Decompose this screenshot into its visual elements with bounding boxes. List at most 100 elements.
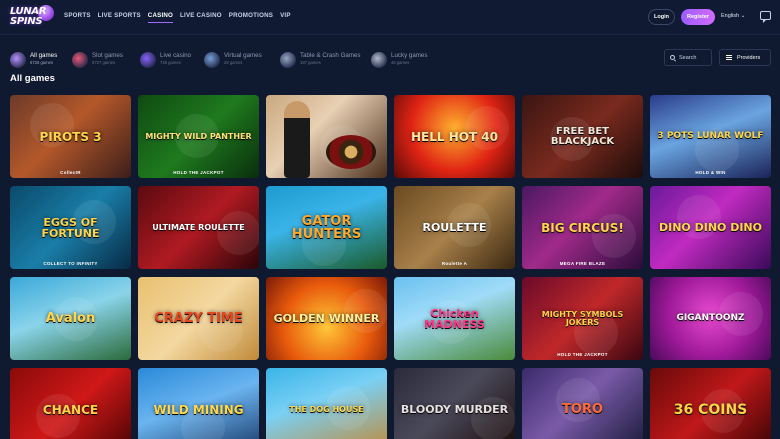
game-title: WILD MINING: [153, 402, 244, 417]
roulette-wheel-icon: [326, 135, 376, 169]
game-tile[interactable]: 36 COINSHOLD THE JACKPOT: [650, 368, 771, 439]
category-virtual-games[interactable]: Virtual games 28 games: [204, 52, 262, 68]
category-all-games[interactable]: All games 6728 games: [10, 52, 57, 68]
search-button[interactable]: Search: [664, 49, 712, 66]
game-title: THE DOG HOUSE: [289, 404, 364, 414]
top-bar: LUNAR SPINS SPORTS LIVE SPORTS CASINO LIVE …: [0, 0, 780, 35]
game-title: CHANCE: [42, 402, 99, 417]
section-title: All games: [10, 73, 55, 84]
category-count: 28 games: [224, 60, 243, 65]
category-count: 746 games: [160, 60, 181, 65]
game-title: CRAZY TIME: [154, 311, 243, 326]
nav-item-live-sports[interactable]: LIVE SPORTS: [98, 12, 141, 23]
category-live-casino[interactable]: Live casino 746 games: [140, 52, 191, 68]
category-text: Live casino 746 games: [160, 52, 191, 66]
game-title: MIGHTY SYMBOLS JOKERS: [541, 309, 624, 327]
search-label: Search: [679, 54, 697, 61]
category-text: All games 6728 games: [30, 52, 57, 66]
nav-item-vip[interactable]: VIP: [280, 12, 291, 23]
lunar-spins-logo[interactable]: LUNAR SPINS: [8, 4, 56, 32]
game-title: Avalon: [45, 311, 96, 326]
game-subtitle: HOLD THE JACKPOT: [173, 170, 224, 175]
game-tile[interactable]: THE DOG HOUSE: [266, 368, 387, 439]
game-tile[interactable]: ROULETTE Roulette A: [394, 186, 515, 269]
game-title: GOLDEN WINNER: [273, 312, 380, 325]
games-grid: PIROTS 3 CollectR MIGHTY WILD PANTHER HOLD …: [10, 95, 771, 439]
planet-icon: [204, 52, 220, 68]
game-subtitle: HOLD & WIN: [695, 170, 726, 175]
game-tile[interactable]: ULTIMATE ROULETTE: [138, 186, 259, 269]
register-button[interactable]: Register: [681, 9, 715, 25]
game-title: DINO DINO DINO: [658, 221, 762, 234]
game-title: FREE BET BLACKJACK: [550, 125, 615, 147]
chat-icon[interactable]: [760, 11, 771, 23]
game-artwork: [217, 211, 259, 255]
game-tile[interactable]: TORO: [522, 368, 643, 439]
dealer-figure: [284, 101, 310, 178]
logo-text: LUNAR SPINS: [10, 6, 47, 27]
game-tile[interactable]: GIGANTOONZ: [650, 277, 771, 360]
game-title: 3 POTS LUNAR WOLF: [657, 131, 764, 141]
category-text: Lucky games 46 games: [391, 52, 427, 66]
category-table-crash-games[interactable]: Table & Crash Games 187 games: [280, 52, 361, 68]
game-tile[interactable]: DINO DINO DINO: [650, 186, 771, 269]
game-tile[interactable]: FREE BET BLACKJACK: [522, 95, 643, 178]
category-label: All games: [30, 52, 58, 59]
category-count: 46 games: [391, 60, 410, 65]
game-title: 36 COINS: [673, 401, 748, 418]
language-selector[interactable]: English ⌄: [721, 13, 745, 19]
game-artwork: [344, 289, 387, 333]
nav-item-sports[interactable]: SPORTS: [64, 12, 91, 23]
main-nav: SPORTS LIVE SPORTS CASINO LIVE CASINO PROMOT…: [64, 12, 291, 23]
nav-item-live-casino[interactable]: LIVE CASINO: [180, 12, 222, 23]
game-tile[interactable]: EGGS OF FORTUNE COLLECT TO INFINITY: [10, 186, 131, 269]
category-count: 187 games: [300, 60, 321, 65]
category-label: Live casino: [160, 52, 191, 59]
game-tile[interactable]: MIGHTY SYMBOLS JOKERS HOLD THE JACKPOT: [522, 277, 643, 360]
nav-item-promotions[interactable]: PROMOTIONS: [229, 12, 273, 23]
search-icon: [670, 55, 675, 60]
game-subtitle: MEGA FIRE BLAZE: [559, 261, 606, 266]
game-tile[interactable]: BLOODY MURDER: [394, 368, 515, 439]
category-lucky-games[interactable]: Lucky games 46 games: [371, 52, 427, 68]
game-title: HELL HOT 40: [410, 129, 499, 144]
game-title: EGGS OF FORTUNE: [41, 215, 100, 240]
game-title: Chicken MADNESS: [424, 306, 485, 331]
nav-item-casino[interactable]: CASINO: [147, 12, 174, 23]
game-subtitle: CollectR: [60, 170, 81, 175]
game-tile[interactable]: [266, 95, 387, 178]
game-subtitle: Roulette A: [441, 261, 468, 266]
game-tile[interactable]: CRAZY TIME: [138, 277, 259, 360]
providers-label: Providers: [737, 54, 761, 61]
game-tile[interactable]: Avalon: [10, 277, 131, 360]
category-bar: All games 6728 games Slot games 5727 games L…: [0, 36, 780, 72]
game-title: BLOODY MURDER: [400, 403, 509, 416]
cherries-icon: [72, 52, 88, 68]
providers-button[interactable]: Providers: [719, 49, 771, 66]
game-tile[interactable]: BIG CIRCUS! MEGA FIRE BLAZE: [522, 186, 643, 269]
game-tile[interactable]: MIGHTY WILD PANTHER HOLD THE JACKPOT: [138, 95, 259, 178]
category-count: 5727 games: [92, 60, 116, 65]
login-button[interactable]: Login: [648, 9, 675, 25]
game-tile[interactable]: WILD MININGXXXTREME: [138, 368, 259, 439]
game-title: GIGANTOONZ: [676, 313, 745, 323]
game-tile[interactable]: HELL HOT 40: [394, 95, 515, 178]
game-tile[interactable]: PIROTS 3 CollectR: [10, 95, 131, 178]
bolt-icon: [140, 52, 156, 68]
game-title: ULTIMATE ROULETTE: [152, 222, 245, 232]
game-title: MIGHTY WILD PANTHER: [145, 131, 252, 141]
category-label: Table & Crash Games: [300, 52, 361, 59]
game-tile[interactable]: CHANCE: [10, 368, 131, 439]
game-tile[interactable]: GATOR HUNTERS: [266, 186, 387, 269]
category-text: Slot games 5727 games: [92, 52, 123, 66]
category-label: Slot games: [92, 52, 123, 59]
game-tile[interactable]: GOLDEN WINNER: [266, 277, 387, 360]
category-count: 6728 games: [30, 60, 54, 65]
game-subtitle: HOLD THE JACKPOT: [557, 352, 608, 357]
moon-icon: [10, 52, 26, 68]
game-tile[interactable]: 3 POTS LUNAR WOLF HOLD & WIN: [650, 95, 771, 178]
chip-icon: [371, 52, 387, 68]
game-title: BIG CIRCUS!: [541, 220, 624, 235]
game-tile[interactable]: Chicken MADNESS: [394, 277, 515, 360]
category-slot-games[interactable]: Slot games 5727 games: [72, 52, 123, 68]
